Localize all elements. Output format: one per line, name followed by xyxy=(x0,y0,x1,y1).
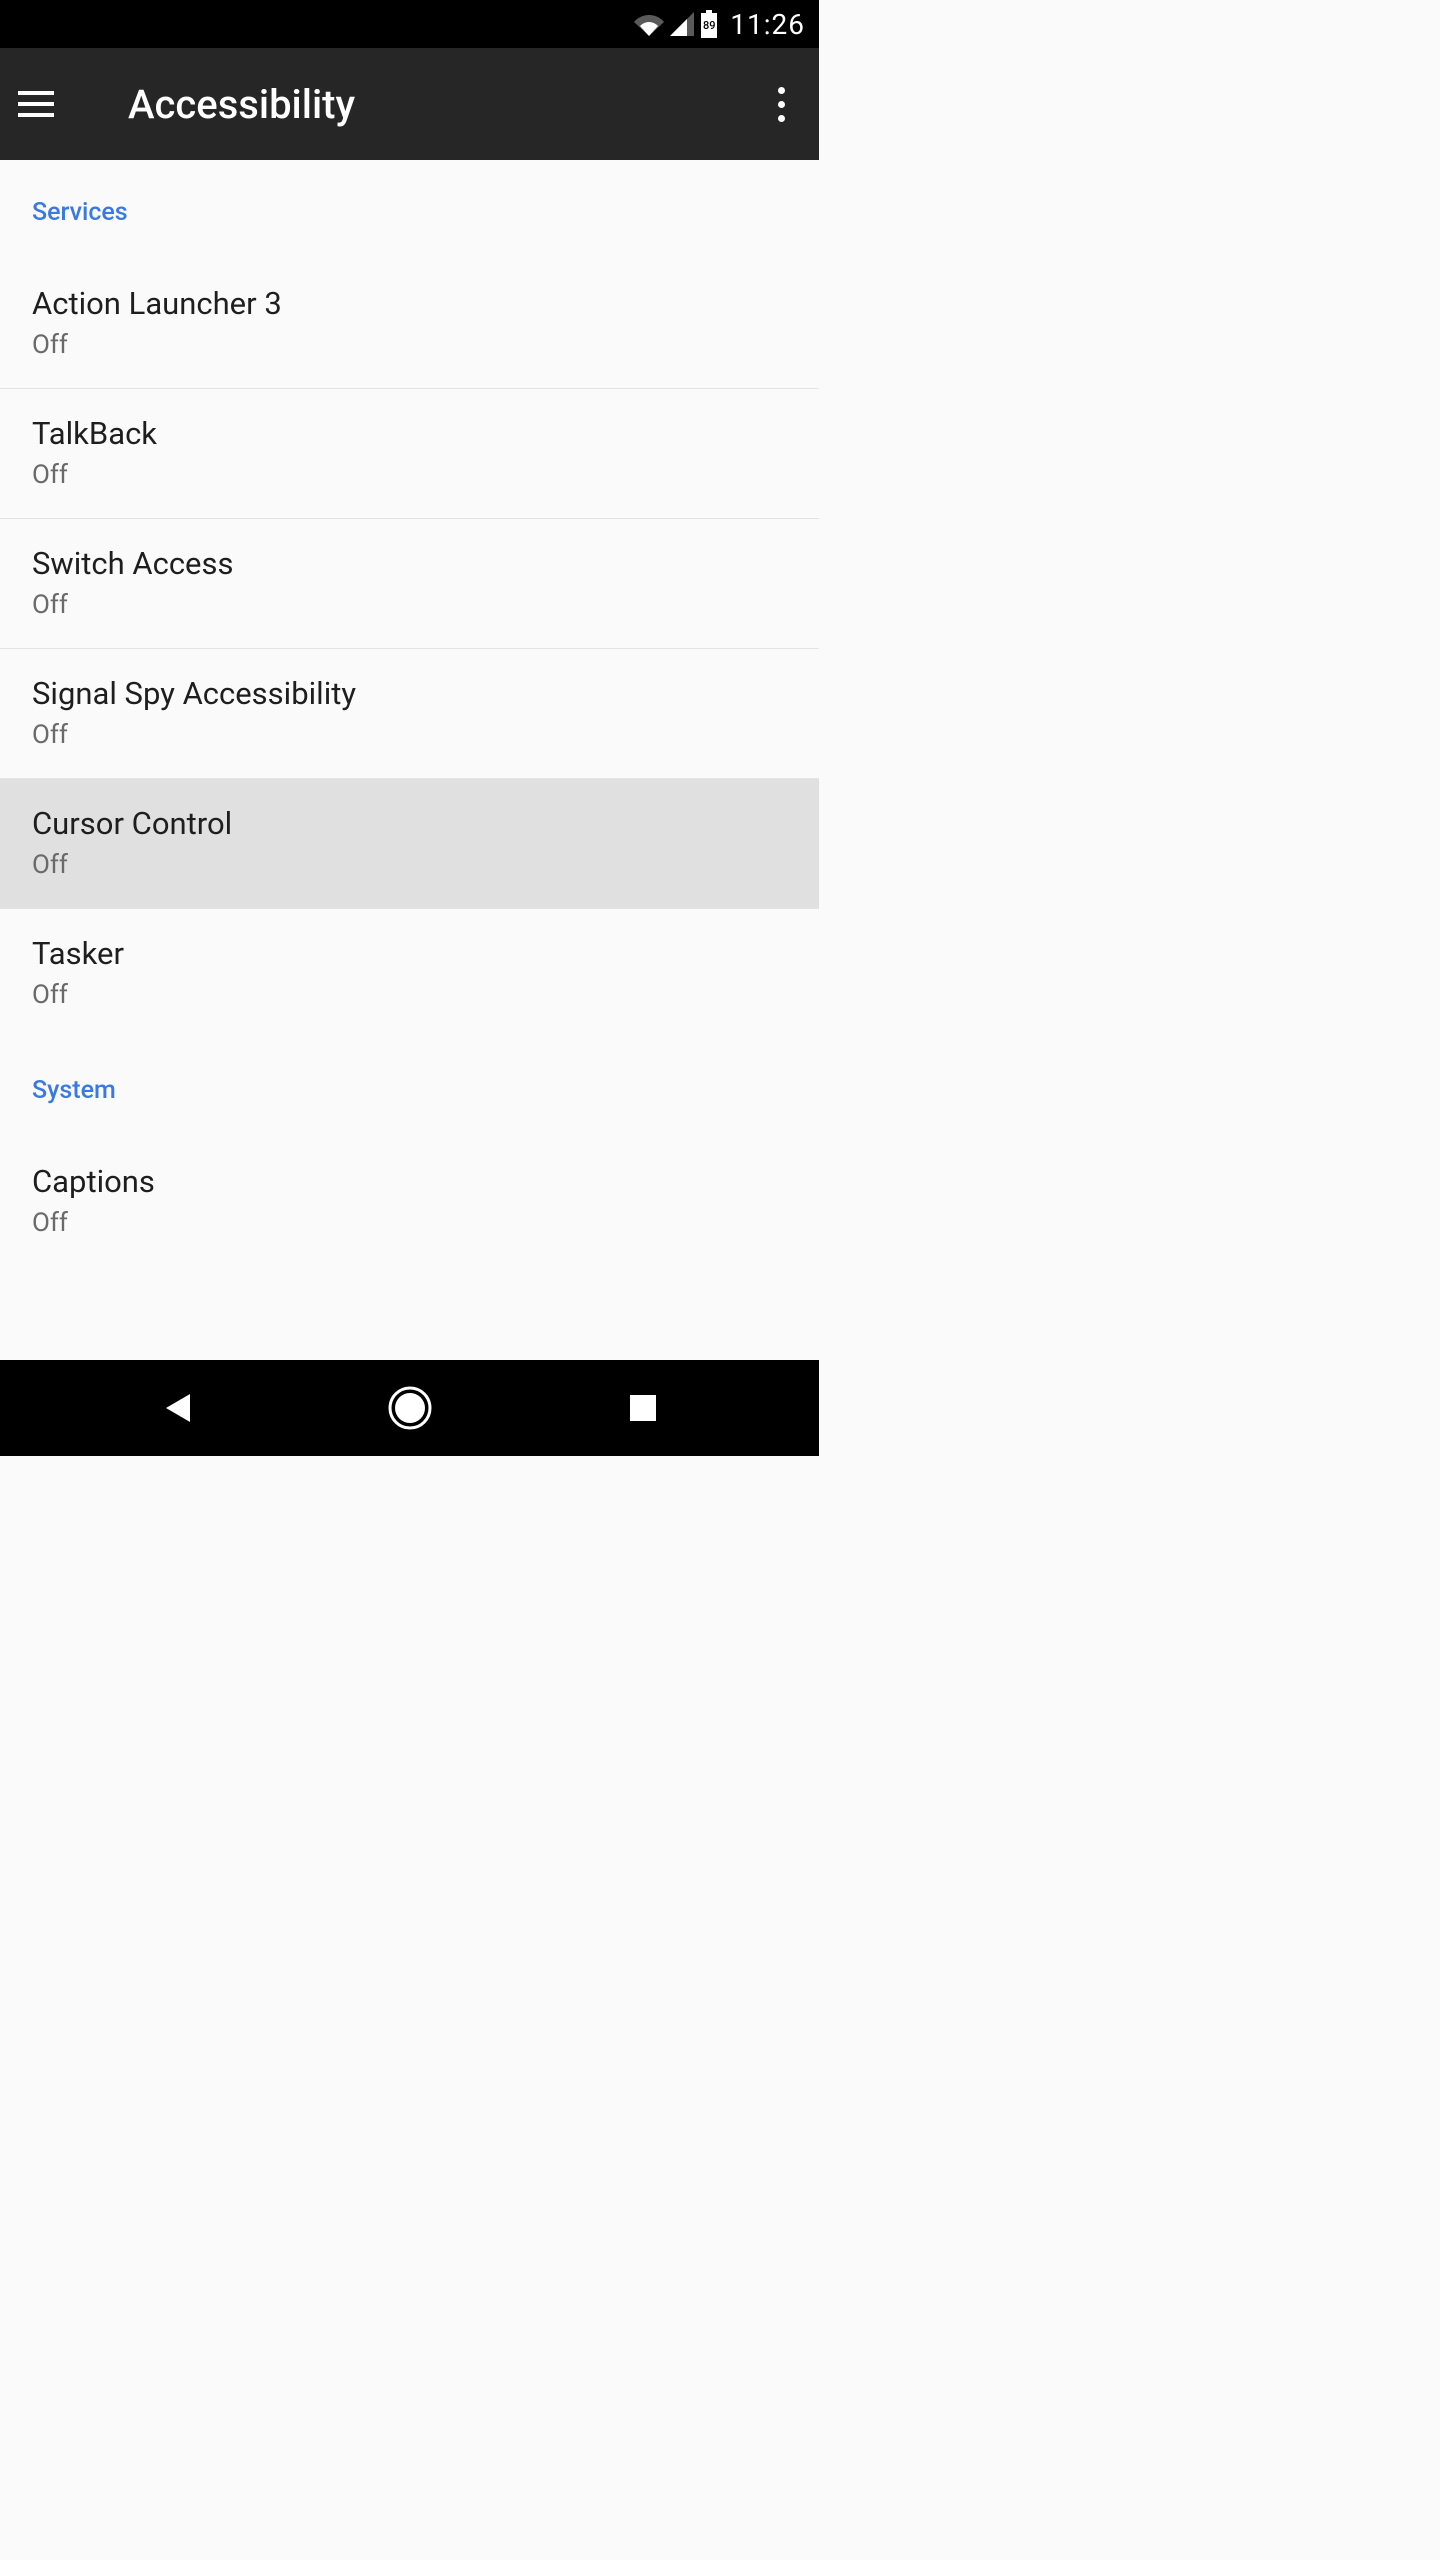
item-status: Off xyxy=(32,720,787,750)
item-title: Cursor Control xyxy=(32,805,787,842)
list-item-action-launcher[interactable]: Action Launcher 3 Off xyxy=(0,259,819,389)
content-area: Services Action Launcher 3 Off TalkBack … xyxy=(0,160,819,1360)
overflow-menu-icon[interactable] xyxy=(761,84,801,124)
status-bar: 89 11:26 xyxy=(0,0,819,48)
page-title: Accessibility xyxy=(128,81,761,128)
item-status: Off xyxy=(32,850,787,880)
item-status: Off xyxy=(32,980,787,1010)
item-status: Off xyxy=(32,330,787,360)
home-button[interactable] xyxy=(350,1378,470,1438)
recents-button[interactable] xyxy=(583,1378,703,1438)
menu-icon[interactable] xyxy=(18,84,58,124)
item-status: Off xyxy=(32,460,787,490)
item-title: Action Launcher 3 xyxy=(32,285,787,322)
list-item-tasker[interactable]: Tasker Off xyxy=(0,909,819,1038)
battery-level: 89 xyxy=(703,19,716,32)
list-item-signal-spy[interactable]: Signal Spy Accessibility Off xyxy=(0,649,819,779)
item-title: TalkBack xyxy=(32,415,787,452)
list-item-switch-access[interactable]: Switch Access Off xyxy=(0,519,819,649)
list-item-captions[interactable]: Captions Off xyxy=(0,1137,819,1266)
section-header-services: Services xyxy=(0,160,819,259)
section-header-system: System xyxy=(0,1038,819,1137)
item-title: Signal Spy Accessibility xyxy=(32,675,787,712)
app-bar: Accessibility xyxy=(0,48,819,160)
navigation-bar xyxy=(0,1360,819,1456)
item-title: Tasker xyxy=(32,935,787,972)
list-item-talkback[interactable]: TalkBack Off xyxy=(0,389,819,519)
back-button[interactable] xyxy=(117,1378,237,1438)
list-item-cursor-control[interactable]: Cursor Control Off xyxy=(0,779,819,909)
wifi-icon xyxy=(634,12,664,36)
item-status: Off xyxy=(32,590,787,620)
item-title: Switch Access xyxy=(32,545,787,582)
cell-signal-icon xyxy=(670,12,694,36)
battery-icon: 89 xyxy=(700,10,718,38)
item-title: Captions xyxy=(32,1163,787,1200)
status-clock: 11:26 xyxy=(730,8,805,41)
item-status: Off xyxy=(32,1208,787,1238)
